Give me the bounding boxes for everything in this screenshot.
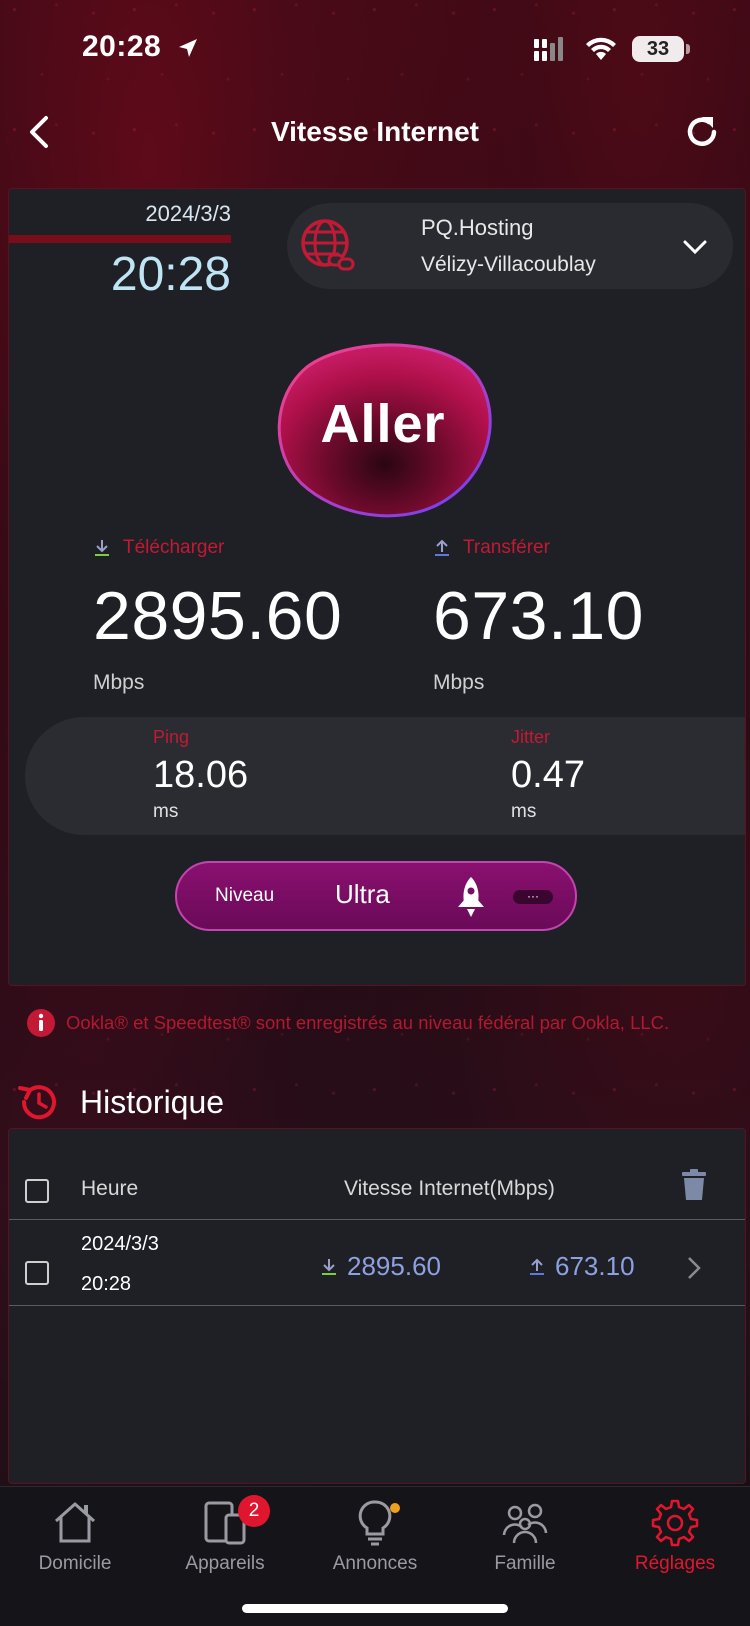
jitter-label: Jitter bbox=[511, 727, 551, 747]
ping-unit: ms bbox=[153, 801, 179, 822]
download-label: Télécharger bbox=[123, 537, 225, 558]
upload-metric: Transférer 673.10 Mbps bbox=[433, 537, 733, 695]
chevron-right-icon[interactable] bbox=[685, 1255, 703, 1281]
tab-announcements[interactable]: Annonces bbox=[300, 1497, 450, 1575]
row-date: 2024/3/3 bbox=[81, 1233, 159, 1255]
refresh-button[interactable] bbox=[680, 110, 724, 154]
history-header: Historique bbox=[16, 1080, 224, 1124]
ping-metric: Ping 18.06 ms bbox=[153, 727, 248, 823]
chevron-down-icon bbox=[683, 240, 707, 255]
download-unit: Mbps bbox=[93, 671, 145, 694]
jitter-value: 0.47 bbox=[511, 754, 585, 796]
upload-arrow-icon bbox=[435, 539, 449, 556]
tab-label: Appareils bbox=[185, 1553, 265, 1574]
row-checkbox[interactable] bbox=[25, 1261, 49, 1285]
test-time: 20:28 bbox=[110, 248, 231, 301]
row-upload-value: 673.10 bbox=[555, 1251, 635, 1281]
battery-indicator: 33 bbox=[632, 36, 690, 62]
download-metric: Télécharger 2895.60 Mbps bbox=[93, 537, 393, 695]
go-button-label: Aller bbox=[320, 394, 446, 454]
rocket-icon bbox=[458, 877, 484, 917]
history-icon bbox=[18, 1085, 56, 1120]
date-accent-bar bbox=[9, 235, 231, 243]
jitter-metric: Jitter 0.47 ms bbox=[511, 727, 585, 823]
level-indicator[interactable]: Niveau Ultra ··· bbox=[175, 861, 577, 931]
legal-text: Ookla® et Speedtest® sont enregistrés au… bbox=[66, 1012, 670, 1033]
status-time: 20:28 bbox=[82, 30, 162, 63]
server-city: Vélizy-Villacoublay bbox=[421, 253, 596, 276]
location-arrow-icon bbox=[179, 39, 197, 57]
level-label: Niveau bbox=[215, 885, 275, 906]
column-header-time: Heure bbox=[81, 1177, 139, 1200]
jitter-unit: ms bbox=[511, 801, 537, 822]
download-label-row: Télécharger bbox=[93, 537, 393, 559]
family-icon bbox=[502, 1503, 548, 1544]
tab-devices[interactable]: 2 Appareils bbox=[150, 1495, 300, 1575]
notification-badge: 2 bbox=[238, 1495, 270, 1527]
cellular-signal-icon bbox=[534, 37, 563, 61]
row-divider bbox=[9, 1305, 745, 1306]
tab-label: Réglages bbox=[634, 1553, 716, 1574]
notification-dot bbox=[390, 1503, 400, 1513]
more-button[interactable]: ··· bbox=[513, 890, 553, 904]
ping-value: 18.06 bbox=[153, 754, 249, 796]
legal-notice: Ookla® et Speedtest® sont enregistrés au… bbox=[26, 1008, 750, 1038]
tab-family[interactable]: Famille bbox=[450, 1497, 600, 1575]
home-icon bbox=[54, 1502, 96, 1543]
wifi-icon bbox=[586, 37, 616, 60]
info-icon bbox=[27, 1009, 55, 1037]
column-header-speed: Vitesse Internet(Mbps) bbox=[344, 1177, 555, 1200]
download-arrow-icon bbox=[322, 1258, 336, 1275]
select-all-checkbox[interactable] bbox=[25, 1179, 49, 1203]
history-title: Historique bbox=[80, 1083, 225, 1120]
history-table: Heure Vitesse Internet(Mbps) 2024/3/3 20… bbox=[8, 1128, 746, 1484]
upload-label-row: Transférer bbox=[433, 537, 733, 559]
tab-label: Famille bbox=[494, 1553, 556, 1574]
tab-label: Annonces bbox=[332, 1553, 418, 1574]
tab-settings[interactable]: Réglages bbox=[600, 1497, 750, 1575]
latency-panel: Ping 18.06 ms Jitter 0.47 ms bbox=[25, 717, 745, 835]
speedtest-card: 2024/3/3 20:28 PQ.Hosting Vélizy-Villaco… bbox=[8, 188, 746, 986]
download-arrow-icon bbox=[95, 540, 109, 556]
server-name: PQ.Hosting bbox=[421, 215, 534, 240]
tab-label: Domicile bbox=[38, 1553, 112, 1574]
trash-icon[interactable] bbox=[681, 1169, 707, 1201]
upload-unit: Mbps bbox=[433, 671, 485, 694]
tab-home[interactable]: Domicile bbox=[0, 1497, 150, 1575]
row-download: 2895.60 bbox=[321, 1251, 441, 1282]
status-bar: 20:28 33 bbox=[0, 0, 750, 100]
upload-arrow-icon bbox=[530, 1258, 544, 1275]
page-title: Vitesse Internet bbox=[270, 116, 480, 147]
ping-label: Ping bbox=[153, 727, 190, 747]
level-value: Ultra bbox=[335, 879, 390, 909]
row-upload: 673.10 bbox=[529, 1251, 635, 1282]
upload-value: 673.10 bbox=[433, 578, 644, 654]
row-time: 20:28 bbox=[81, 1273, 132, 1295]
upload-label: Transférer bbox=[463, 537, 550, 558]
navigation-bar: Vitesse Internet bbox=[0, 100, 750, 166]
globe-link-icon bbox=[301, 219, 355, 271]
home-indicator bbox=[242, 1604, 508, 1613]
test-date: 2024/3/3 bbox=[145, 201, 231, 226]
test-datetime: 2024/3/3 20:28 bbox=[9, 201, 231, 301]
status-indicators: 33 bbox=[534, 36, 690, 62]
row-download-value: 2895.60 bbox=[347, 1251, 441, 1281]
gear-icon bbox=[651, 1499, 699, 1547]
header-divider bbox=[9, 1219, 745, 1220]
download-value: 2895.60 bbox=[93, 578, 343, 654]
server-selector[interactable]: PQ.Hosting Vélizy-Villacoublay bbox=[287, 203, 733, 289]
go-button[interactable]: Aller bbox=[267, 337, 499, 519]
